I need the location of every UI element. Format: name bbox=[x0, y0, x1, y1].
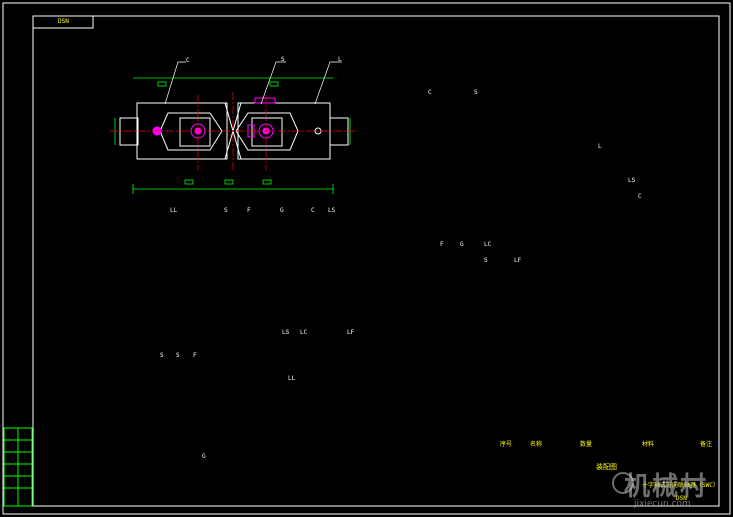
inner-frame bbox=[32, 15, 720, 507]
callout-sec-5: C bbox=[311, 207, 315, 214]
callout-top-2: S bbox=[281, 56, 285, 63]
callout-end-2: S bbox=[176, 352, 180, 359]
callout-iso-9: S bbox=[484, 257, 488, 264]
callout-iso-6: F bbox=[440, 241, 444, 248]
callout-sec-7: LS bbox=[282, 329, 290, 336]
callout-sec-9: LF bbox=[347, 329, 355, 336]
watermark-text: 机械村 bbox=[624, 472, 709, 502]
callout-sec-1: LL bbox=[170, 207, 178, 214]
site-watermark: 机械村 jixiecun.com bbox=[612, 466, 730, 514]
drawing-sheet bbox=[2, 2, 731, 515]
callout-sec-3: F bbox=[247, 207, 251, 214]
outer-frame bbox=[2, 2, 731, 515]
cad-drawing-canvas: DSN C S L LL S F G C LS LS LC LF S S F G… bbox=[0, 0, 733, 517]
table-header-material: 材料 bbox=[642, 441, 655, 448]
callout-sec-2: S bbox=[224, 207, 228, 214]
callout-iso-3: L bbox=[598, 143, 602, 150]
callout-iso-7: G bbox=[460, 241, 464, 248]
watermark-url: jixiecun.com bbox=[634, 499, 691, 509]
callout-iso-8: LC bbox=[484, 241, 492, 248]
callout-top-1: C bbox=[186, 57, 190, 64]
callout-end-4: G bbox=[202, 453, 206, 460]
callout-iso-1: C bbox=[428, 89, 432, 96]
callout-end-1: S bbox=[160, 352, 164, 359]
left-margin-table bbox=[3, 427, 33, 507]
callout-sec-6: LS bbox=[328, 207, 336, 214]
table-header-no: 序号 bbox=[500, 441, 513, 448]
table-header-qty: 数量 bbox=[580, 441, 593, 448]
callout-sec-8: LC bbox=[300, 329, 308, 336]
callout-top-3: L bbox=[338, 56, 342, 63]
corner-tag: DSN bbox=[58, 18, 69, 25]
callout-iso-5: C bbox=[638, 193, 642, 200]
table-header-name: 名称 bbox=[530, 441, 543, 448]
callout-iso-4: LS bbox=[628, 177, 636, 184]
table-header-remark: 备注 bbox=[700, 441, 713, 448]
callout-iso-10: LF bbox=[514, 257, 522, 264]
top-view bbox=[110, 61, 355, 194]
callout-end-3: F bbox=[193, 352, 197, 359]
callout-round-1: LL bbox=[288, 375, 296, 382]
callout-iso-2: S bbox=[474, 89, 478, 96]
callout-sec-4: G bbox=[280, 207, 284, 214]
